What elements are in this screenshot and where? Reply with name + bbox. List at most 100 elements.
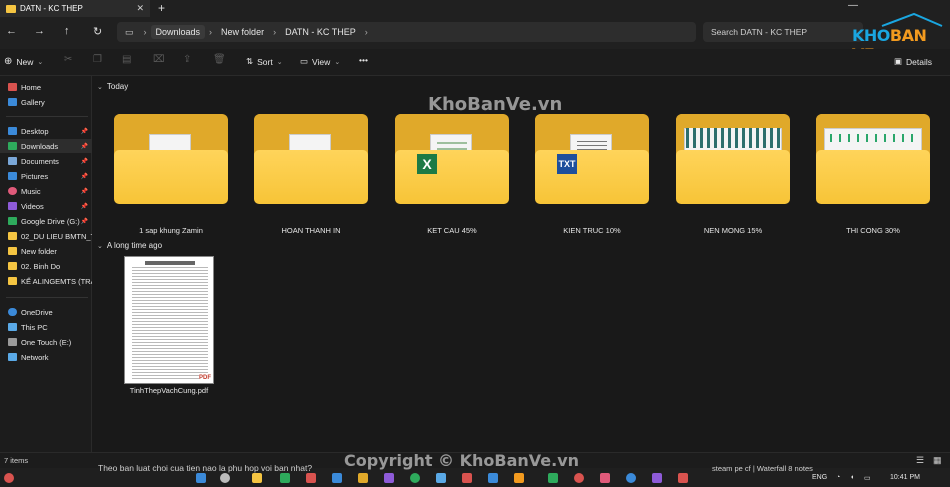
plus-circle-icon: ⊕: [4, 56, 13, 67]
close-tab-icon[interactable]: ✕: [136, 3, 144, 14]
monitor-icon: ▭: [125, 26, 134, 37]
minimize-icon[interactable]: —: [848, 0, 858, 11]
refresh-icon[interactable]: ↻: [93, 25, 102, 38]
volume-icon[interactable]: ◖: [850, 474, 854, 481]
sidebar-item-this-pc[interactable]: This PC: [0, 320, 92, 334]
pin-icon: 📌: [80, 158, 88, 165]
details-button[interactable]: ▣ Details: [894, 56, 932, 67]
file-item-pdf[interactable]: PDF: [124, 256, 214, 384]
app-icon[interactable]: [306, 473, 316, 483]
app-icon[interactable]: [600, 473, 610, 483]
sidebar-item-videos[interactable]: Videos 📌: [0, 199, 92, 213]
rename-icon[interactable]: ⌧: [153, 54, 165, 65]
sidebar-item-new-folder[interactable]: New folder: [0, 244, 92, 258]
sort-icon: ⇅: [246, 56, 254, 66]
group-header-today[interactable]: ⌄ Today: [97, 82, 128, 91]
app-icon[interactable]: [436, 473, 446, 483]
sidebar-item-one-touch[interactable]: One Touch (E:): [0, 335, 92, 349]
pin-icon: 📌: [80, 143, 88, 150]
app-icon[interactable]: [652, 473, 662, 483]
folder-label: 1 sap khung Zamin: [139, 226, 203, 235]
sidebar-item-gallery[interactable]: Gallery: [0, 95, 92, 109]
pdf-preview: [132, 267, 208, 379]
app-icon[interactable]: [280, 473, 290, 483]
app-icon[interactable]: [462, 473, 472, 483]
folder-item-hoan-thanh-in[interactable]: [254, 114, 368, 204]
folder-icon: [8, 262, 17, 270]
paste-icon[interactable]: ▤: [122, 54, 131, 65]
sort-button[interactable]: ⇅ Sort ⌄: [246, 56, 283, 67]
more-options-button[interactable]: •••: [359, 55, 368, 65]
folder-label: HOAN THANH IN: [281, 226, 341, 235]
sidebar-item-documents[interactable]: Documents 📌: [0, 154, 92, 168]
sidebar-item-music[interactable]: Music 📌: [0, 184, 92, 198]
pin-icon: 📌: [80, 173, 88, 180]
sidebar-item-binh-do[interactable]: 02. Binh Do: [0, 259, 92, 273]
taskbar-tip-right: steam pe cf | Waterfall 8 notes: [712, 464, 813, 473]
folder-item-thi-cong[interactable]: [816, 114, 930, 204]
sidebar-item-desktop[interactable]: Desktop 📌: [0, 124, 92, 138]
new-button[interactable]: ⊕ New ⌄: [4, 56, 43, 67]
notification-icon[interactable]: [4, 473, 14, 483]
tab-active[interactable]: DATN - KC THEP ✕: [0, 0, 150, 17]
clock[interactable]: 10:41 PM: [890, 474, 920, 481]
address-bar[interactable]: ▭ › Downloads › New folder › DATN - KC T…: [117, 22, 696, 42]
app-icon[interactable]: [358, 473, 368, 483]
breadcrumb-datn[interactable]: DATN - KC THEP: [280, 25, 361, 39]
sidebar-item-google-drive[interactable]: Google Drive (G:) 📌: [0, 214, 92, 228]
folder-item-sap-khung[interactable]: [114, 114, 228, 204]
forward-icon[interactable]: →: [34, 25, 45, 37]
chevron-down-icon: ⌄: [97, 242, 103, 250]
details-view-icon[interactable]: ☰: [916, 455, 924, 466]
delete-icon[interactable]: 🗑: [213, 54, 226, 65]
app-icon[interactable]: [332, 473, 342, 483]
sidebar-item-downloads[interactable]: Downloads 📌: [0, 139, 92, 153]
up-icon[interactable]: ↑: [64, 25, 70, 37]
folder-item-ket-cau[interactable]: X: [395, 114, 509, 204]
sidebar-item-du-lieu[interactable]: 02_DU LIEU BMTN_TI: [0, 229, 92, 243]
folder-item-nen-mong[interactable]: [676, 114, 790, 204]
gallery-icon: [8, 98, 17, 106]
view-button[interactable]: ▭ View ⌄: [300, 56, 340, 67]
search-input[interactable]: Search DATN - KC THEP: [703, 22, 863, 42]
back-icon[interactable]: ←: [6, 25, 17, 37]
logo: KHOBAN VE: [852, 12, 944, 64]
app-icon[interactable]: [410, 473, 420, 483]
search-icon[interactable]: [220, 473, 230, 483]
sidebar-item-alingemts[interactable]: KẾ ALINGEMTS (TRA: [0, 274, 92, 288]
taskbar-tip-text: Theo ban luat choi cua tien nao la phu h…: [98, 463, 313, 473]
sidebar-item-home[interactable]: Home: [0, 80, 92, 94]
share-icon[interactable]: ⇪: [183, 54, 191, 65]
tiles-view-icon[interactable]: ▦: [933, 455, 942, 466]
folder-label: NEN MONG 15%: [703, 226, 763, 235]
chevron-right-icon: ›: [209, 27, 213, 37]
excel-icon: X: [417, 154, 437, 174]
language-indicator[interactable]: ENG: [812, 474, 827, 481]
start-icon[interactable]: [196, 473, 206, 483]
chevron-right-icon: ›: [364, 27, 368, 37]
sidebar-item-network[interactable]: Network: [0, 350, 92, 364]
app-icon[interactable]: [514, 473, 524, 483]
copy-icon[interactable]: ❐: [93, 54, 102, 65]
new-tab-button[interactable]: +: [158, 1, 165, 15]
group-header-long-ago[interactable]: ⌄ A long time ago: [97, 241, 162, 250]
pdf-icon: PDF: [199, 375, 211, 381]
app-icon[interactable]: [574, 473, 584, 483]
watermark-bottom: Copyright © KhoBanVe.vn: [344, 451, 580, 470]
cut-icon[interactable]: ✂: [64, 54, 72, 65]
sidebar-item-pictures[interactable]: Pictures 📌: [0, 169, 92, 183]
app-icon[interactable]: [678, 473, 688, 483]
wifi-icon[interactable]: ◔: [836, 474, 840, 481]
breadcrumb-new-folder[interactable]: New folder: [216, 25, 269, 39]
folder-item-kien-truc[interactable]: TXT: [535, 114, 649, 204]
sidebar-item-onedrive[interactable]: OneDrive: [0, 305, 92, 319]
app-icon[interactable]: [626, 473, 636, 483]
app-icon[interactable]: [488, 473, 498, 483]
app-icon[interactable]: [548, 473, 558, 483]
app-icon[interactable]: [384, 473, 394, 483]
breadcrumb-downloads[interactable]: Downloads: [150, 25, 206, 39]
explorer-icon[interactable]: [252, 473, 262, 483]
title-bar: DATN - KC THEP ✕ + —: [0, 0, 950, 17]
battery-icon[interactable]: ▭: [864, 474, 871, 482]
file-label: TinhThepVachCung.pdf: [129, 386, 209, 395]
